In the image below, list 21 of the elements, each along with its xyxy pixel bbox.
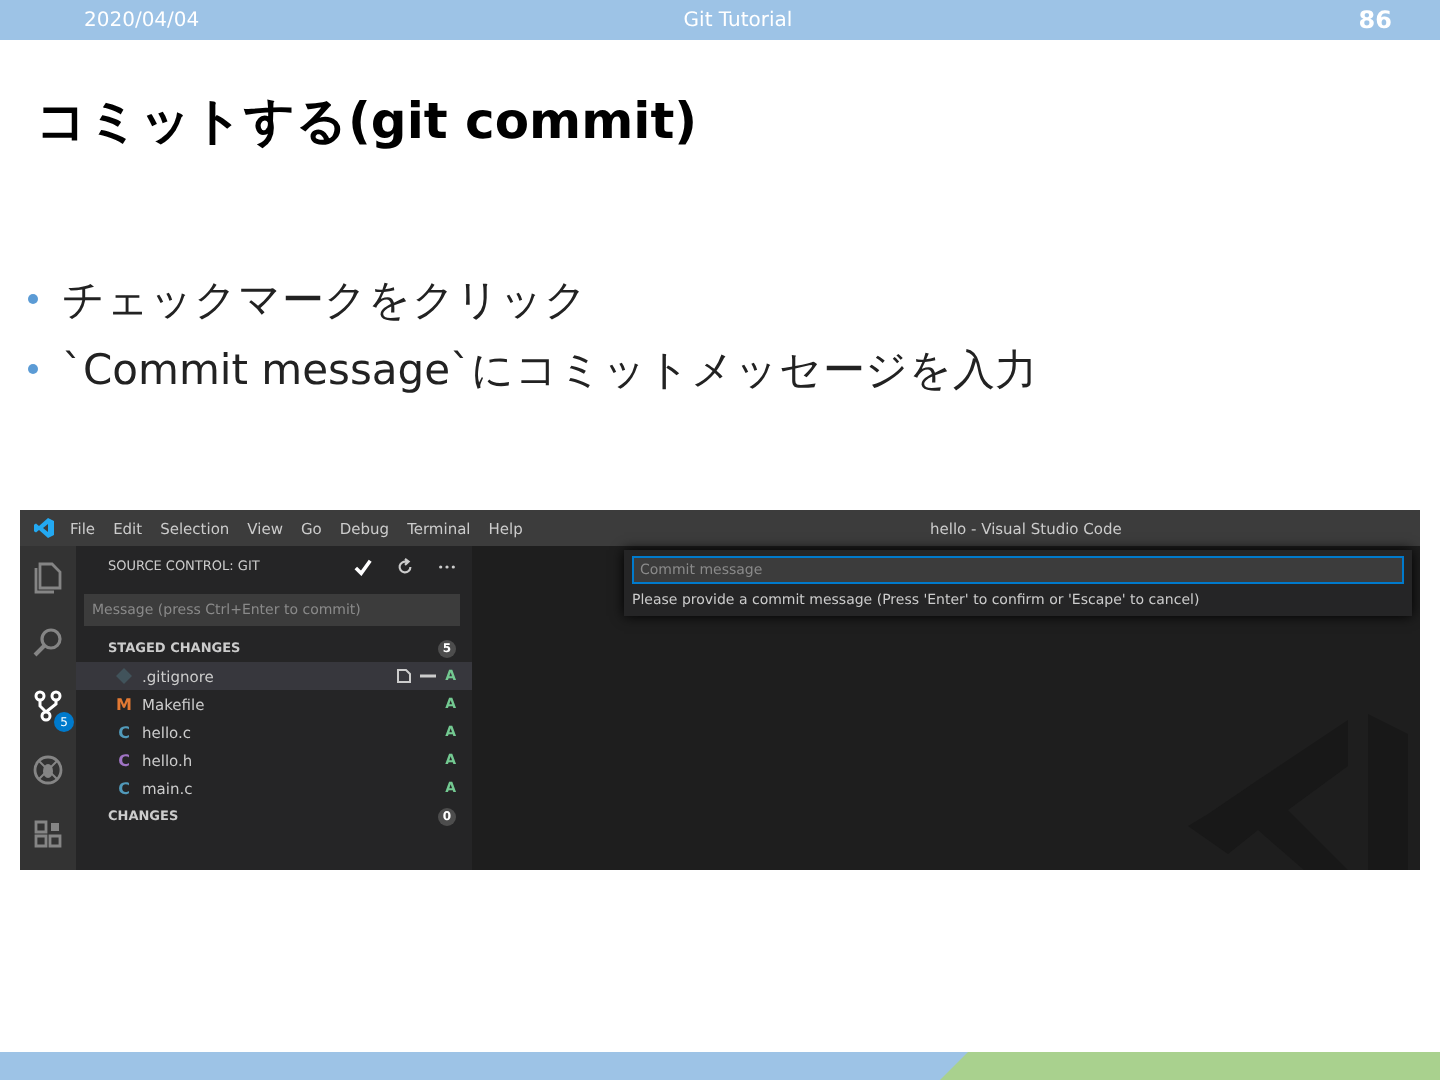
open-file-icon[interactable] [395, 668, 412, 684]
file-type-icon: C [116, 751, 132, 769]
file-type-icon: C [116, 779, 132, 797]
checkmark-icon[interactable] [354, 557, 372, 575]
search-icon[interactable] [32, 626, 64, 658]
file-type-icon: C [116, 723, 132, 741]
bullet-icon [28, 294, 38, 304]
bullet-icon [28, 364, 38, 374]
slide-date: 2020/04/04 [84, 9, 202, 31]
slide-footer-title: Git Tutorial [681, 9, 795, 31]
files-icon[interactable] [32, 562, 64, 594]
app-logo-icon [34, 518, 54, 538]
bullet-text: チェックマークをクリック [62, 273, 588, 327]
refresh-icon[interactable] [396, 557, 414, 575]
debug-icon[interactable] [32, 754, 64, 786]
file-type-icon: M [116, 695, 132, 713]
page-number: 86 [1356, 6, 1392, 34]
extensions-icon[interactable] [32, 818, 64, 850]
bullet-text: `Commit message`にコミットメッセージを入力 [62, 343, 1038, 397]
slide-title: コミットする(git commit) [36, 90, 700, 154]
scm-icon[interactable] [32, 690, 64, 722]
